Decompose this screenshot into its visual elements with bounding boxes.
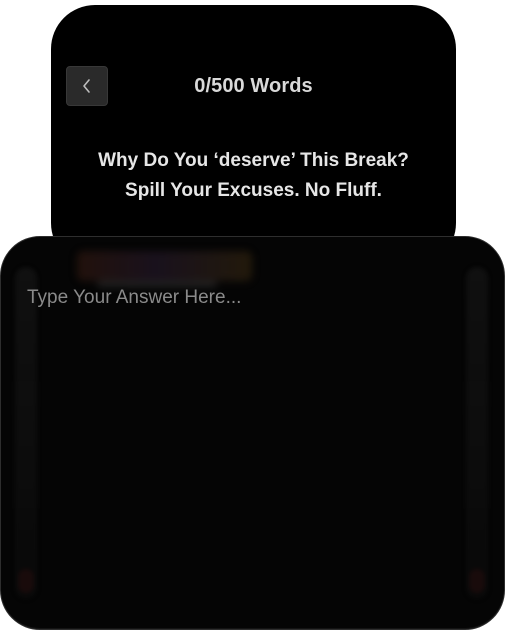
prompt-card: 0/500 Words Why Do You ‘deserve’ This Br… xyxy=(51,5,456,267)
screen: 0/500 Words Why Do You ‘deserve’ This Br… xyxy=(0,0,506,638)
answer-card xyxy=(0,236,505,630)
blurred-background-decoration xyxy=(77,245,257,289)
word-count: 0/500 Words xyxy=(194,75,313,97)
answer-textarea[interactable] xyxy=(27,287,477,607)
prompt-line-1: Why Do You ‘deserve’ This Break? xyxy=(98,150,409,171)
prompt-question: Why Do You ‘deserve’ This Break? Spill Y… xyxy=(71,146,436,206)
prompt-line-2: Spill Your Excuses. No Fluff. xyxy=(125,180,382,201)
